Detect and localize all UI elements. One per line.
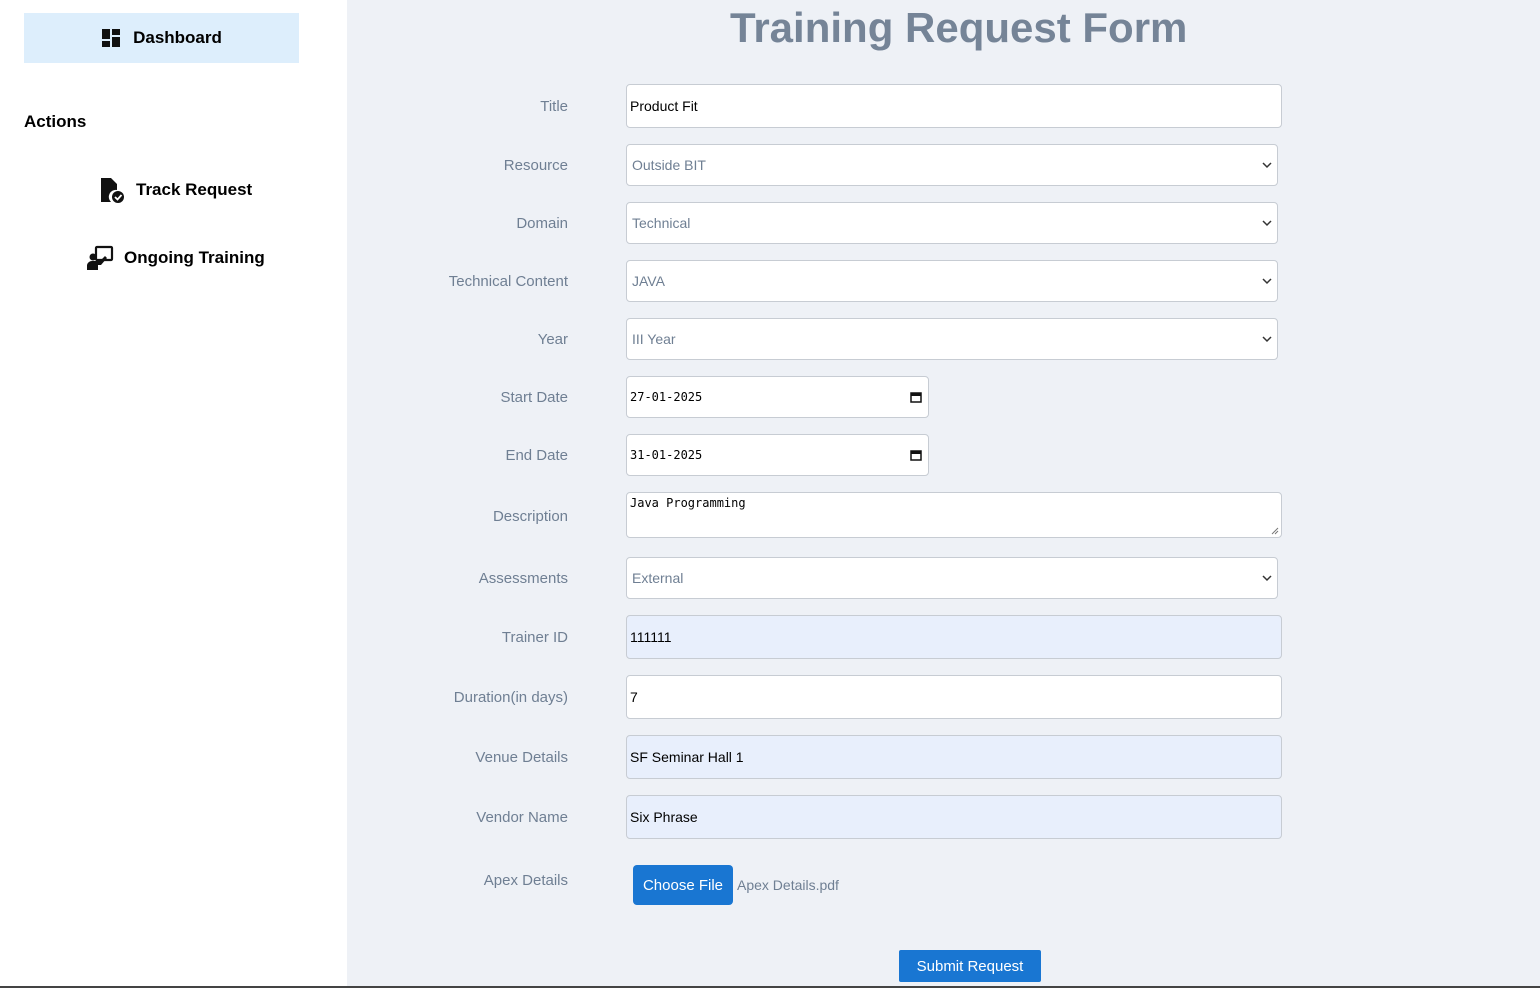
duration-input[interactable]: 7: [626, 675, 1282, 719]
resize-handle-icon[interactable]: [1271, 527, 1279, 535]
year-select[interactable]: III Year: [626, 318, 1278, 360]
technical-content-value: JAVA: [632, 273, 665, 289]
start-date-value: 27-01-2025: [630, 390, 703, 404]
vendor-input[interactable]: Six Phrase: [626, 795, 1282, 839]
submit-request-button[interactable]: Submit Request: [899, 950, 1041, 982]
domain-select[interactable]: Technical: [626, 202, 1278, 244]
end-date-value: 31-01-2025: [630, 448, 703, 462]
resource-value: Outside BIT: [632, 157, 706, 173]
sidebar-item-label: Track Request: [136, 180, 253, 199]
sidebar-item-ongoing-training[interactable]: Ongoing Training: [86, 244, 265, 272]
apex-file-name: Apex Details.pdf: [737, 877, 839, 893]
assessments-select[interactable]: External: [626, 557, 1278, 599]
sidebar: Dashboard Actions Track Request Ongoing …: [0, 0, 347, 987]
page-title: Training Request Form: [730, 4, 1188, 51]
dashboard-label: Dashboard: [133, 28, 222, 47]
description-textarea[interactable]: Java Programming: [626, 492, 1282, 538]
resource-label: Resource: [503, 157, 568, 174]
duration-label: Duration(in days): [453, 689, 568, 706]
trainer-id-input[interactable]: 111111: [626, 615, 1282, 659]
file-check-icon: [101, 178, 124, 203]
chevron-down-icon: [1262, 575, 1272, 582]
apex-label: Apex Details: [483, 872, 568, 889]
description-label: Description: [492, 508, 568, 525]
chevron-down-icon: [1262, 278, 1272, 285]
presenter-icon: [87, 245, 114, 270]
sidebar-item-label: Ongoing Training: [124, 248, 265, 267]
assessments-label: Assessments: [478, 570, 568, 587]
title-label: Title: [540, 98, 568, 115]
chevron-down-icon: [1262, 336, 1272, 343]
dashboard-icon: [102, 29, 121, 47]
calendar-icon[interactable]: [910, 449, 922, 461]
technical-content-label: Technical Content: [448, 273, 568, 290]
vendor-label: Vendor Name: [476, 809, 568, 826]
year-label: Year: [537, 331, 568, 348]
end-date-input[interactable]: 31-01-2025: [626, 434, 929, 476]
title-input[interactable]: Product Fit: [626, 84, 1282, 128]
domain-value: Technical: [632, 215, 691, 231]
sidebar-item-track-request[interactable]: Track Request: [98, 176, 252, 204]
trainer-id-label: Trainer ID: [501, 629, 568, 646]
description-value: Java Programming: [630, 496, 746, 510]
end-date-label: End Date: [505, 447, 568, 464]
chevron-down-icon: [1262, 162, 1272, 169]
start-date-label: Start Date: [500, 389, 568, 406]
dashboard-button[interactable]: Dashboard: [24, 13, 299, 63]
start-date-input[interactable]: 27-01-2025: [626, 376, 929, 418]
choose-file-button[interactable]: Choose File: [633, 865, 733, 905]
year-value: III Year: [632, 331, 676, 347]
technical-content-select[interactable]: JAVA: [626, 260, 1278, 302]
actions-heading: Actions: [24, 112, 87, 131]
calendar-icon[interactable]: [910, 391, 922, 403]
assessments-value: External: [632, 570, 684, 586]
domain-label: Domain: [516, 215, 568, 232]
main-content: Training Request Form Title Product Fit …: [347, 0, 1540, 987]
chevron-down-icon: [1262, 220, 1272, 227]
venue-input[interactable]: SF Seminar Hall 1: [626, 735, 1282, 779]
venue-label: Venue Details: [475, 749, 568, 766]
resource-select[interactable]: Outside BIT: [626, 144, 1278, 186]
